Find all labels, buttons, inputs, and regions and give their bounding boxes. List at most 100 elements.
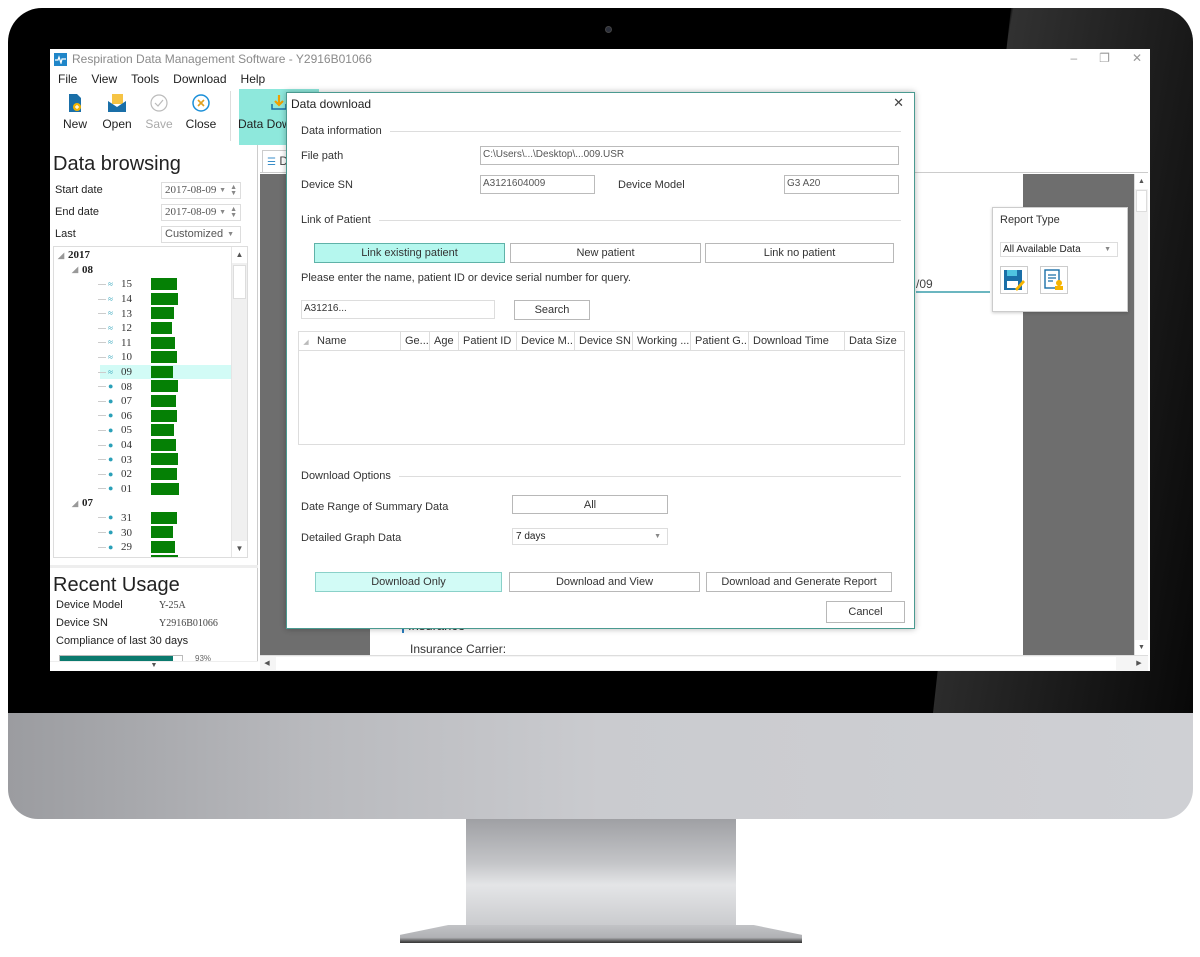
data-dot-icon: ● (108, 557, 113, 558)
graph-data-select[interactable]: 7 days ▼ (512, 528, 668, 545)
search-button[interactable]: Search (514, 300, 590, 320)
tree-day-item[interactable]: ● 03 (54, 452, 232, 467)
scroll-thumb[interactable] (1136, 190, 1147, 212)
tree-day-item[interactable]: ● 05 (54, 423, 232, 438)
minimize-icon[interactable]: – (1070, 51, 1077, 65)
tree-day-item[interactable]: ≈12 (54, 321, 232, 336)
tree-day-item[interactable]: ≈09 (54, 364, 232, 380)
spinner-icon[interactable]: ▲ ▼ (230, 206, 237, 219)
menu-file[interactable]: File (58, 72, 77, 86)
tree-day-item[interactable]: ● 31 (54, 511, 232, 526)
tree-day-item[interactable]: ≈13 (54, 306, 232, 321)
tree-day-item[interactable]: ● 30 (54, 525, 232, 540)
date-tree: ◢ 2017 ◢ 08 ≈15 ≈14 ≈13 ≈12 ≈11 ≈10 ≈09 ● 08 ● 07 ● 06 ● 0… (53, 246, 248, 558)
link-no-patient-button[interactable]: Link no patient (705, 243, 894, 263)
column-header[interactable]: Ge... (401, 332, 430, 350)
recent-scroll-down-icon[interactable]: ▼ (50, 661, 258, 671)
tree-month[interactable]: ◢ 08 (54, 263, 232, 278)
tree-day-item[interactable]: ≈10 (54, 350, 232, 365)
menu-tools[interactable]: Tools (131, 72, 159, 86)
spinner-icon[interactable]: ▲ ▼ (230, 184, 237, 197)
tree-day-item[interactable]: ● 02 (54, 467, 232, 482)
column-header[interactable]: Patient G... (691, 332, 749, 350)
device-model-field[interactable]: G3 A20 (784, 175, 899, 194)
scroll-left-icon[interactable]: ◀ (260, 656, 274, 671)
report-date-fragment: /09 (916, 277, 990, 293)
scroll-up-icon[interactable]: ▲ (1135, 174, 1148, 189)
summary-range-button[interactable]: All (512, 495, 668, 514)
tree-scrollbar[interactable]: ▲ ▼ (231, 247, 247, 557)
tree-year[interactable]: ◢ 2017 (54, 248, 232, 263)
column-header[interactable]: Name (313, 332, 401, 350)
generate-report-button[interactable] (1040, 266, 1068, 294)
tree-day-item[interactable]: ≈14 (54, 292, 232, 307)
camera-icon (605, 26, 612, 33)
column-header[interactable]: Download Time (749, 332, 845, 350)
chevron-down-icon[interactable]: ▼ (219, 186, 226, 194)
open-button[interactable]: Open (96, 89, 138, 143)
last-select[interactable]: Customized ▼ (161, 225, 241, 243)
restore-icon[interactable]: ❐ (1099, 51, 1110, 65)
download-and-view-button[interactable]: Download and View (509, 572, 700, 592)
date-tree-body: ◢ 2017 ◢ 08 ≈15 ≈14 ≈13 ≈12 ≈11 ≈10 ≈09 ● 08 ● 07 ● 06 ● 0… (54, 248, 232, 558)
column-header[interactable]: Data Size (845, 332, 903, 350)
close-button[interactable]: Close (180, 89, 222, 143)
scroll-up-icon[interactable]: ▲ (232, 247, 247, 263)
section-divider (378, 219, 901, 221)
close-icon[interactable]: ✕ (893, 95, 904, 111)
link-existing-patient-button[interactable]: Link existing patient (314, 243, 505, 263)
usage-bar (151, 424, 174, 437)
scroll-down-icon[interactable]: ▼ (1135, 640, 1148, 655)
data-dot-icon: ● (108, 381, 114, 392)
save-report-button[interactable] (1000, 266, 1028, 294)
start-date-picker[interactable]: 2017-08-09 ▼ ▲ ▼ (161, 181, 241, 199)
usage-bar (151, 351, 178, 364)
menu-view[interactable]: View (91, 72, 117, 86)
usage-bar (151, 526, 174, 539)
menu-help[interactable]: Help (241, 72, 266, 86)
tree-day-item[interactable]: ● 08 (54, 379, 232, 394)
tree-day-item[interactable]: ● 04 (54, 438, 232, 453)
tree-day-item[interactable]: ● 29 (54, 540, 232, 555)
tree-day-item[interactable]: ●28 (54, 554, 232, 558)
column-header[interactable]: Age (430, 332, 459, 350)
vertical-scrollbar[interactable]: ▲ ▼ (1134, 174, 1148, 655)
new-button[interactable]: New (54, 89, 96, 143)
close-window-icon[interactable]: ✕ (1132, 51, 1142, 65)
new-patient-button[interactable]: New patient (510, 243, 701, 263)
file-path-field[interactable]: C:\Users\...\Desktop\...009.USR (480, 146, 899, 165)
recent-usage-panel: Recent Usage Device Model Y-25A Device S… (50, 565, 258, 671)
column-header[interactable]: Device M... (517, 332, 575, 350)
report-type-select[interactable]: All Available Data ▼ (1000, 242, 1118, 257)
tree-day-item[interactable]: ● 01 (54, 482, 232, 497)
column-header[interactable]: Working ... (633, 332, 691, 350)
chevron-down-icon[interactable]: ▼ (219, 208, 226, 216)
cancel-button[interactable]: Cancel (826, 601, 905, 623)
device-sn-field[interactable]: A3121604009 (480, 175, 595, 194)
patient-query-input[interactable]: A31216... (301, 300, 495, 319)
expander-icon[interactable]: ◢ (58, 251, 68, 260)
scroll-down-icon[interactable]: ▼ (232, 541, 247, 557)
save-button[interactable]: Save (138, 89, 180, 143)
tree-month[interactable]: ◢ 07 (54, 496, 232, 511)
start-date-row: Start date 2017-08-09 ▼ ▲ ▼ (50, 179, 257, 201)
end-date-picker[interactable]: 2017-08-09 ▼ ▲ ▼ (161, 203, 241, 221)
device-sn-row: Device SN Y2916B01066 (56, 617, 218, 629)
tree-day-item[interactable]: ● 06 (54, 409, 232, 424)
tree-day-item[interactable]: ≈11 (54, 336, 232, 351)
menu-download[interactable]: Download (173, 72, 226, 86)
expander-icon[interactable]: ◢ (72, 499, 82, 508)
tree-month-label: 08 (82, 263, 93, 276)
column-header[interactable]: Device SN (575, 332, 633, 350)
scroll-right-icon[interactable]: ▶ (1132, 656, 1146, 671)
scroll-thumb[interactable] (233, 265, 246, 299)
download-and-generate-report-button[interactable]: Download and Generate Report (706, 572, 892, 592)
usage-bar (151, 394, 177, 407)
download-only-button[interactable]: Download Only (315, 572, 502, 592)
horizontal-scrollbar[interactable]: ◀ ▶ (260, 655, 1148, 671)
tree-day-item[interactable]: ● 07 (54, 394, 232, 409)
expander-icon[interactable]: ◢ (72, 265, 82, 274)
tree-day-item[interactable]: ≈15 (54, 277, 232, 292)
scroll-track[interactable] (276, 657, 1116, 670)
column-header[interactable]: Patient ID (459, 332, 517, 350)
